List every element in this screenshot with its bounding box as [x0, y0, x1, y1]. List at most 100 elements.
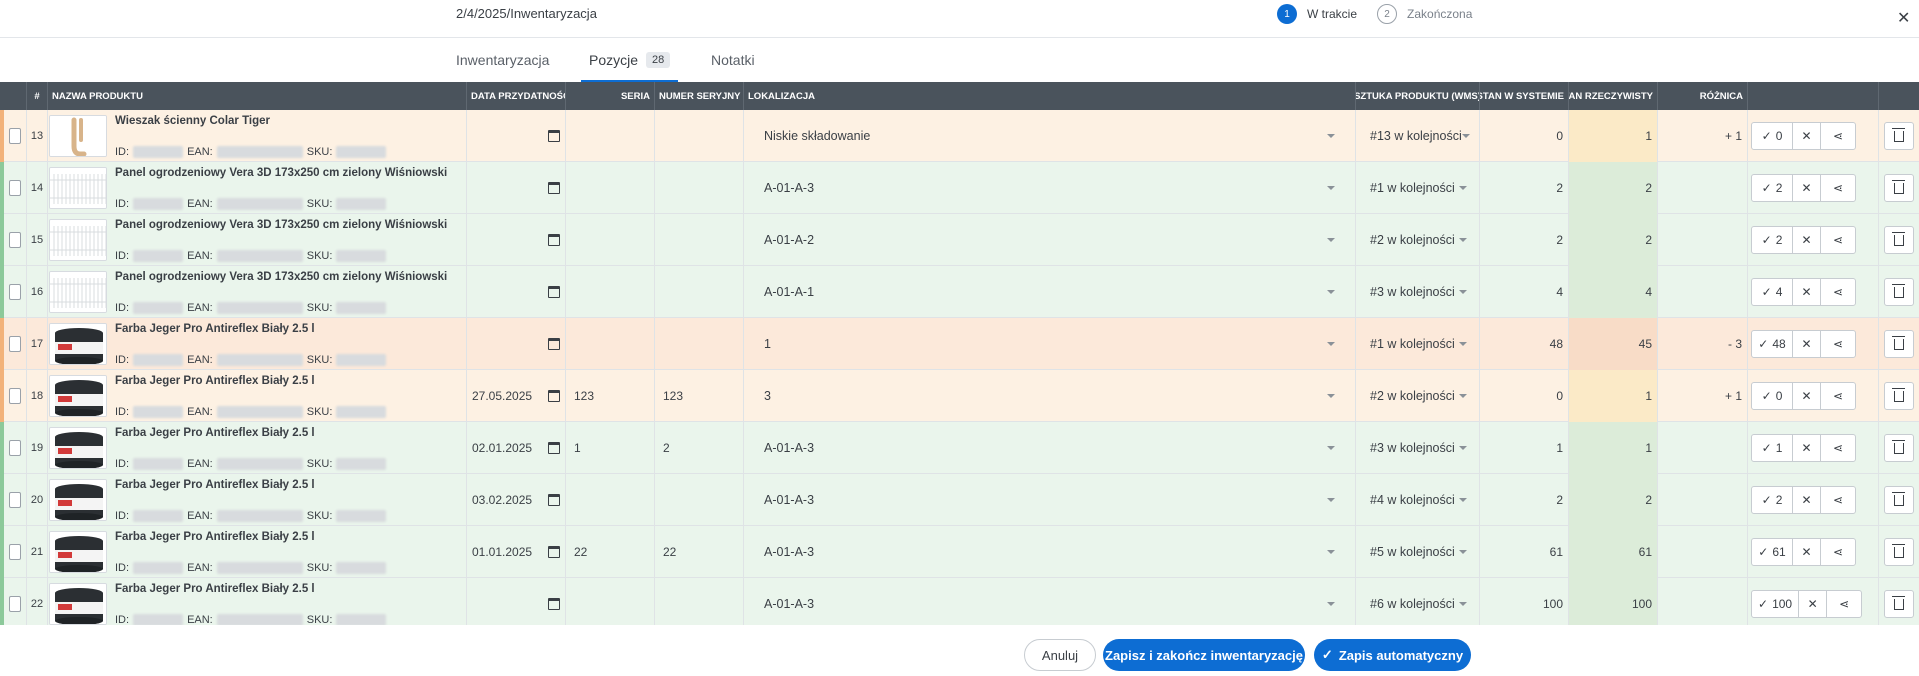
calendar-icon[interactable] [548, 234, 560, 246]
expiry-cell[interactable]: 03.02.2025 [467, 474, 566, 526]
serial-cell[interactable] [655, 214, 744, 266]
actual-stock-input[interactable]: 2 [1569, 214, 1658, 266]
expiry-cell[interactable] [467, 162, 566, 214]
reset-button[interactable]: ✕ [1793, 487, 1821, 513]
serial-cell[interactable] [655, 266, 744, 318]
expiry-cell[interactable]: 27.05.2025 [467, 370, 566, 422]
location-dropdown[interactable]: A-01-A-2 [764, 233, 1335, 247]
col-unit[interactable]: SZTUKA PRODUKTU (WMS) [1356, 82, 1480, 110]
close-icon[interactable]: ✕ [1897, 8, 1910, 28]
row-checkbox[interactable] [9, 492, 21, 508]
unit-dropdown[interactable]: #1 w kolejności [1370, 181, 1467, 195]
col-series[interactable]: SERIA [566, 82, 655, 110]
unit-select[interactable]: #13 w kolejności [1356, 110, 1480, 162]
tab-inwentaryzacja[interactable]: Inwentaryzacja [456, 38, 549, 82]
delete-row-button[interactable] [1884, 174, 1914, 202]
product-name[interactable]: Panel ogrodzeniowy Vera 3D 173x250 cm zi… [115, 167, 465, 180]
unit-select[interactable]: #3 w kolejności [1356, 266, 1480, 318]
product-name[interactable]: Farba Jeger Pro Antireflex Biały 2.5 l [115, 531, 465, 544]
confirm-quantity-button[interactable]: ✓ 2 [1752, 487, 1793, 513]
series-cell[interactable] [566, 266, 655, 318]
product-name[interactable]: Farba Jeger Pro Antireflex Biały 2.5 l [115, 479, 465, 492]
actual-stock-input[interactable]: 100 [1569, 578, 1658, 625]
unit-dropdown[interactable]: #2 w kolejności [1370, 389, 1467, 403]
expiry-cell[interactable] [467, 266, 566, 318]
expiry-cell[interactable] [467, 318, 566, 370]
unit-dropdown[interactable]: #1 w kolejności [1370, 337, 1467, 351]
location-dropdown[interactable]: A-01-A-3 [764, 493, 1335, 507]
location-select[interactable]: A-01-A-1 [744, 266, 1356, 318]
col-system-stock[interactable]: STAN W SYSTEMIE [1480, 82, 1569, 110]
calendar-icon[interactable] [548, 598, 560, 610]
actual-stock-input[interactable]: 1 [1569, 422, 1658, 474]
location-select[interactable]: A-01-A-3 [744, 474, 1356, 526]
location-dropdown[interactable]: Niskie składowanie [764, 129, 1335, 143]
col-location[interactable]: LOKALIZACJA [744, 82, 1356, 110]
actual-stock-input[interactable]: 1 [1569, 370, 1658, 422]
serial-cell[interactable] [655, 318, 744, 370]
delete-row-button[interactable] [1884, 590, 1914, 618]
save-and-finish-button[interactable]: Zapisz i zakończ inwentaryzację [1103, 639, 1305, 671]
col-expiry[interactable]: DATA PRZYDATNOŚCI [467, 82, 566, 110]
product-name[interactable]: Wieszak ścienny Colar Tiger [115, 115, 465, 128]
serial-cell[interactable]: 22 [655, 526, 744, 578]
product-name[interactable]: Farba Jeger Pro Antireflex Biały 2.5 l [115, 323, 465, 336]
row-checkbox[interactable] [9, 388, 21, 404]
serial-cell[interactable] [655, 474, 744, 526]
reset-button[interactable]: ✕ [1793, 227, 1821, 253]
product-name[interactable]: Farba Jeger Pro Antireflex Biały 2.5 l [115, 583, 465, 596]
split-button[interactable]: ⋖ [1827, 591, 1861, 617]
tab-notatki[interactable]: Notatki [711, 38, 755, 82]
unit-select[interactable]: #6 w kolejności [1356, 578, 1480, 625]
unit-select[interactable]: #1 w kolejności [1356, 318, 1480, 370]
delete-row-button[interactable] [1884, 382, 1914, 410]
unit-dropdown[interactable]: #2 w kolejności [1370, 233, 1467, 247]
location-select[interactable]: 1 [744, 318, 1356, 370]
serial-cell[interactable] [655, 578, 744, 625]
calendar-icon[interactable] [548, 546, 560, 558]
delete-row-button[interactable] [1884, 278, 1914, 306]
series-cell[interactable]: 22 [566, 526, 655, 578]
confirm-quantity-button[interactable]: ✓ 0 [1752, 383, 1793, 409]
product-thumbnail[interactable] [49, 167, 107, 209]
actual-stock-input[interactable]: 1 [1569, 110, 1658, 162]
delete-row-button[interactable] [1884, 122, 1914, 150]
calendar-icon[interactable] [548, 182, 560, 194]
series-cell[interactable] [566, 474, 655, 526]
product-thumbnail[interactable] [49, 219, 107, 261]
location-dropdown[interactable]: A-01-A-3 [764, 181, 1335, 195]
expiry-cell[interactable]: 02.01.2025 [467, 422, 566, 474]
delete-row-button[interactable] [1884, 330, 1914, 358]
series-cell[interactable] [566, 318, 655, 370]
reset-button[interactable]: ✕ [1793, 383, 1821, 409]
unit-dropdown[interactable]: #3 w kolejności [1370, 285, 1467, 299]
split-button[interactable]: ⋖ [1821, 539, 1855, 565]
unit-select[interactable]: #1 w kolejności [1356, 162, 1480, 214]
location-select[interactable]: A-01-A-3 [744, 162, 1356, 214]
product-thumbnail[interactable] [49, 115, 107, 157]
split-button[interactable]: ⋖ [1821, 331, 1855, 357]
col-product[interactable]: NAZWA PRODUKTU [48, 82, 467, 110]
row-checkbox[interactable] [9, 596, 21, 612]
location-select[interactable]: A-01-A-3 [744, 422, 1356, 474]
col-num[interactable]: # [27, 82, 48, 110]
product-thumbnail[interactable] [49, 583, 107, 625]
series-cell[interactable]: 123 [566, 370, 655, 422]
split-button[interactable]: ⋖ [1821, 487, 1855, 513]
product-name[interactable]: Farba Jeger Pro Antireflex Biały 2.5 l [115, 427, 465, 440]
location-dropdown[interactable]: A-01-A-3 [764, 441, 1335, 455]
product-thumbnail[interactable] [49, 271, 107, 313]
reset-button[interactable]: ✕ [1793, 279, 1821, 305]
series-cell[interactable]: 1 [566, 422, 655, 474]
row-checkbox[interactable] [9, 232, 21, 248]
product-name[interactable]: Panel ogrodzeniowy Vera 3D 173x250 cm zi… [115, 219, 465, 232]
location-select[interactable]: A-01-A-2 [744, 214, 1356, 266]
delete-row-button[interactable] [1884, 434, 1914, 462]
confirm-quantity-button[interactable]: ✓ 100 [1752, 591, 1800, 617]
reset-button[interactable]: ✕ [1793, 539, 1821, 565]
calendar-icon[interactable] [548, 442, 560, 454]
reset-button[interactable]: ✕ [1793, 435, 1821, 461]
unit-dropdown[interactable]: #5 w kolejności [1370, 545, 1467, 559]
location-dropdown[interactable]: 3 [764, 389, 1335, 403]
series-cell[interactable] [566, 578, 655, 625]
